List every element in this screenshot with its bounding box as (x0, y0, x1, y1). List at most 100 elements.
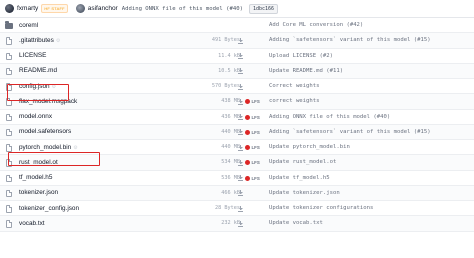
file-icon (6, 128, 12, 137)
file-row[interactable]: vocab.txt 232 kB Update vocab.txt (0, 216, 474, 232)
lfs-badge[interactable]: LFS (245, 99, 260, 105)
last-commit-message[interactable]: Upload LICENSE (#2) (269, 53, 333, 59)
file-icon (6, 67, 12, 76)
coauthor-avatar[interactable] (75, 4, 85, 13)
last-commit-message[interactable]: Update pytorch_model.bin (269, 144, 350, 150)
file-size: 570 Bytes (211, 83, 240, 90)
file-row[interactable]: tokenizer.json 466 kB Update tokenizer.jso… (0, 185, 474, 201)
last-commit-message[interactable]: Update README.md (#11) (269, 68, 343, 74)
lfs-icon (245, 99, 250, 105)
file-row[interactable]: README.md 10.5 kB Update README.md (#11) (0, 63, 474, 79)
file-size: 10.5 kB (218, 67, 240, 74)
lfs-badge[interactable]: LFS (245, 145, 260, 150)
download-icon[interactable] (238, 37, 243, 44)
download-icon[interactable] (238, 190, 243, 197)
file-list: coreml Add Core ML conversion (#42) .gitat… (0, 18, 474, 232)
file-name-link[interactable]: .gitattributes ⚙ (19, 37, 60, 44)
last-commit-message[interactable]: Correct weights (269, 83, 320, 89)
file-row[interactable]: LICENSE 11.4 kB Upload LICENSE (#2) (0, 49, 474, 64)
lfs-badge[interactable]: LFS (245, 129, 260, 135)
file-name-link[interactable]: tokenizer_config.json (19, 205, 79, 212)
lfs-badge[interactable]: LFS (245, 160, 260, 166)
last-commit-message[interactable]: Adding `safetensors` variant of this mod… (269, 129, 431, 135)
gear-icon: ⚙ (73, 144, 78, 151)
file-size: 491 Bytes (211, 37, 240, 44)
last-commit-message[interactable]: Adding `safetensors` variant of this mod… (269, 37, 431, 43)
last-commit-message[interactable]: Update tf_model.h5 (269, 175, 330, 181)
file-row[interactable]: model.onnx 436 MB LFS Adding ONNX file of t… (0, 110, 474, 125)
commit-coauthor[interactable]: asifanchor (88, 5, 118, 12)
file-name-link[interactable]: LICENSE (19, 52, 46, 59)
download-icon[interactable] (238, 159, 243, 166)
commit-hash[interactable]: 1dbc166 (248, 3, 279, 14)
file-name[interactable]: README.md (19, 67, 57, 74)
file-icon (6, 144, 12, 152)
last-commit-message[interactable]: Add Core ML conversion (#42) (269, 22, 363, 28)
file-name-link[interactable]: tf_model.h5 (19, 174, 52, 181)
file-row[interactable]: coreml Add Core ML conversion (#42) (0, 18, 474, 34)
lfs-icon (245, 114, 250, 120)
file-name[interactable]: tf_model.h5 (19, 174, 52, 181)
download-icon[interactable] (238, 220, 243, 227)
last-commit-message[interactable]: Adding ONNX file of this model (#40) (269, 114, 390, 120)
download-icon[interactable] (238, 175, 243, 181)
staff-badge: HF STAFF (41, 4, 68, 13)
download-icon[interactable] (238, 144, 243, 151)
lfs-label: LFS (251, 160, 260, 166)
download-icon[interactable] (238, 83, 243, 90)
file-name[interactable]: model.onnx (19, 113, 52, 120)
user-avatar[interactable] (5, 4, 14, 13)
last-commit-message[interactable]: Update rust_model.ot (269, 159, 336, 165)
file-row[interactable]: model.safetensors 440 MB LFS Adding `safete… (0, 124, 474, 140)
file-name-link[interactable]: tokenizer.json (19, 189, 58, 196)
file-name-link[interactable]: model.safetensors (19, 128, 71, 135)
file-icon (6, 52, 12, 60)
file-name-link[interactable]: vocab.txt (19, 220, 45, 227)
file-name[interactable]: coreml (19, 22, 38, 29)
file-name[interactable]: model.safetensors (19, 128, 71, 135)
lfs-icon (245, 160, 250, 166)
lfs-label: LFS (251, 114, 260, 120)
file-name[interactable]: LICENSE (19, 52, 46, 59)
commit-message[interactable]: Adding ONNX file of this model (#40) (122, 6, 243, 12)
file-name[interactable]: .gitattributes (19, 37, 54, 44)
file-icon (6, 37, 12, 45)
last-commit-message[interactable]: correct weights (269, 98, 320, 104)
file-row[interactable]: config.json ⚙ 570 Bytes Correct weights (0, 79, 474, 95)
file-name[interactable]: tokenizer.json (19, 189, 58, 196)
file-name-link[interactable]: README.md (19, 67, 57, 74)
commit-header: fxmarty HF STAFF asifanchor Adding ONNX … (0, 0, 474, 18)
highlight-config-json (7, 84, 69, 101)
file-name-link[interactable]: pytorch_model.bin ⚙ (19, 144, 78, 151)
last-commit-message[interactable]: Update tokenizer configurations (269, 205, 373, 211)
file-name[interactable]: tokenizer_config.json (19, 205, 79, 212)
lfs-label: LFS (251, 175, 260, 181)
lfs-label: LFS (251, 99, 260, 105)
file-name-link[interactable]: model.onnx (19, 113, 52, 120)
file-icon (6, 113, 12, 121)
download-icon[interactable] (238, 68, 243, 75)
download-icon[interactable] (238, 114, 243, 120)
download-icon[interactable] (238, 98, 243, 105)
commit-author[interactable]: fxmarty (17, 5, 38, 12)
file-row[interactable]: .gitattributes ⚙ 491 Bytes Adding `safetens… (0, 33, 474, 49)
file-icon (6, 174, 12, 182)
lfs-badge[interactable]: LFS (245, 114, 260, 120)
download-icon[interactable] (238, 53, 243, 59)
lfs-badge[interactable]: LFS (245, 175, 260, 181)
highlight-pytorch-model-bin (8, 152, 100, 166)
download-icon[interactable] (238, 129, 243, 136)
file-size: 28 Bytes (215, 205, 240, 212)
file-row[interactable]: tokenizer_config.json 28 Bytes Update toke… (0, 201, 474, 217)
file-row[interactable]: flax_model.msgpack 438 MB LFS correct weigh… (0, 94, 474, 110)
lfs-icon (245, 129, 250, 135)
lfs-icon (245, 175, 250, 181)
last-commit-message[interactable]: Update tokenizer.json (269, 190, 340, 196)
file-name[interactable]: pytorch_model.bin (19, 144, 71, 151)
gear-icon: ⚙ (55, 37, 61, 44)
download-icon[interactable] (238, 205, 243, 212)
file-row[interactable]: tf_model.h5 536 MB LFS Update tf_model.h5 (0, 171, 474, 186)
file-name[interactable]: vocab.txt (19, 220, 45, 227)
file-name-link[interactable]: coreml (19, 22, 38, 29)
last-commit-message[interactable]: Update vocab.txt (269, 220, 323, 226)
